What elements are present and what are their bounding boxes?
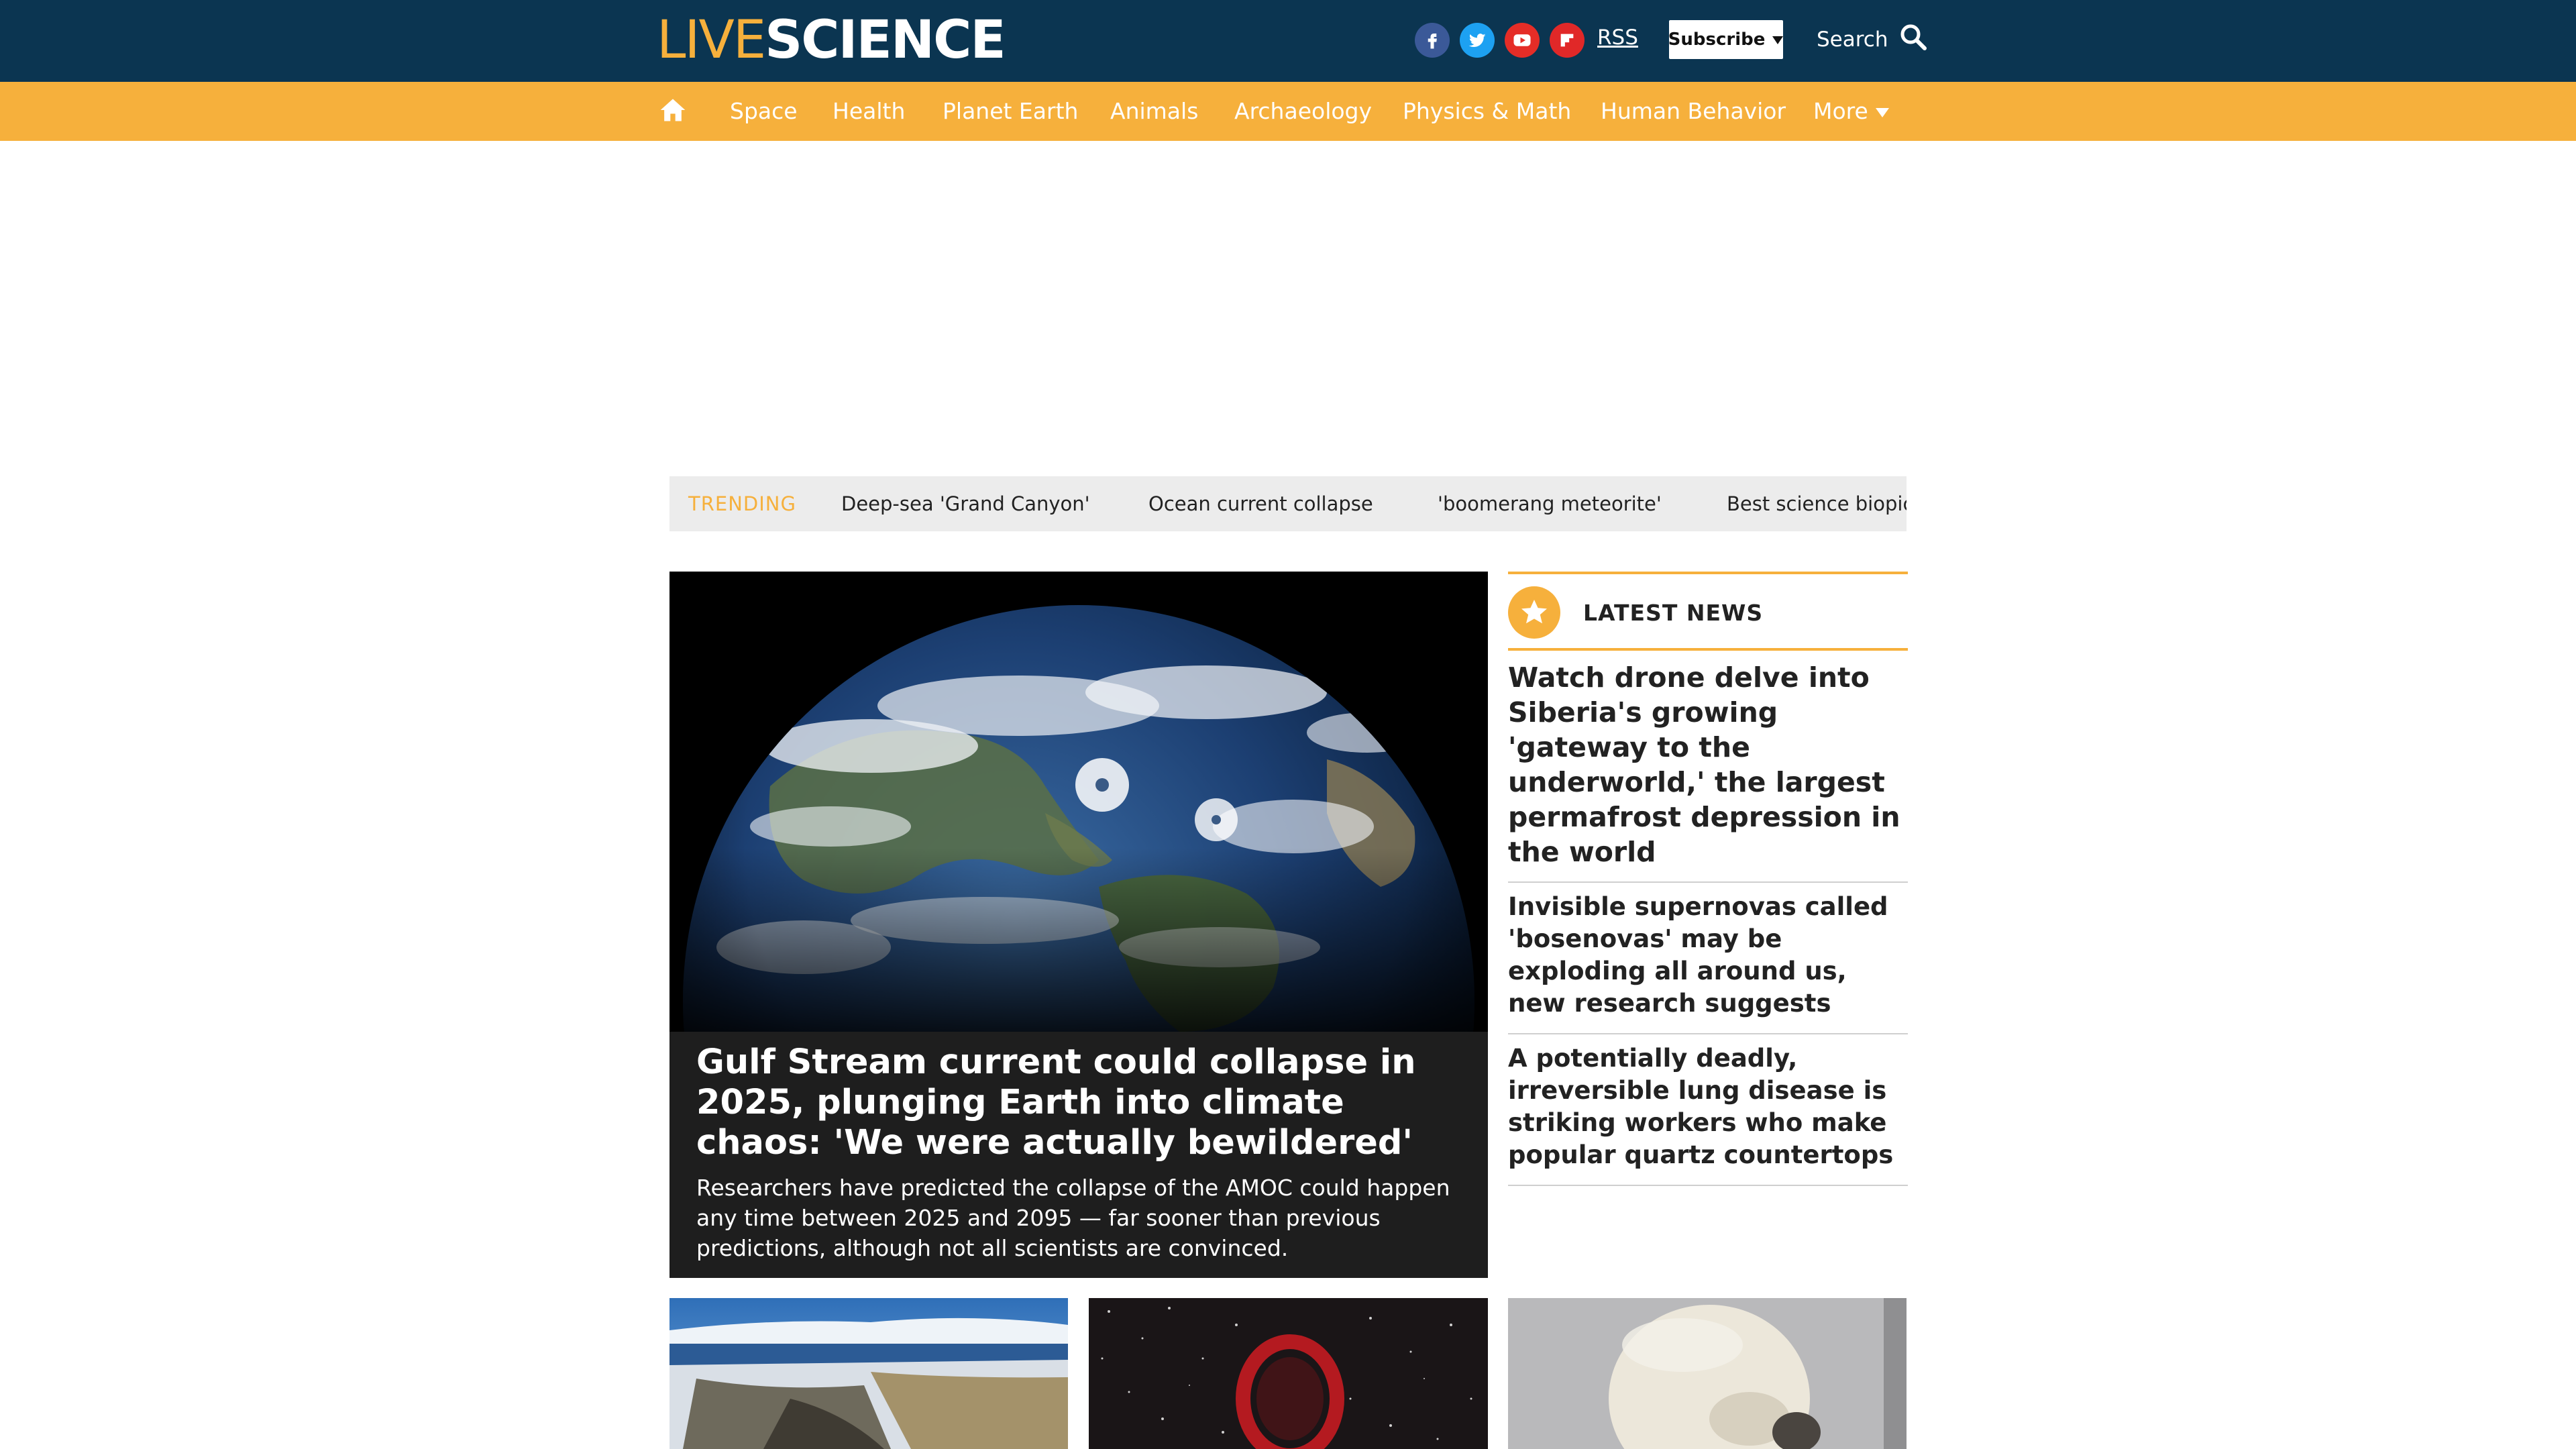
search-icon bbox=[1899, 23, 1927, 56]
subscribe-label: Subscribe bbox=[1668, 30, 1766, 50]
youtube-icon[interactable] bbox=[1505, 23, 1540, 58]
trending-item[interactable]: Ocean current collapse bbox=[1148, 492, 1373, 515]
chevron-down-icon bbox=[1875, 98, 1890, 124]
nav-more-label: More bbox=[1813, 98, 1868, 124]
latest-news-item[interactable]: A potentially deadly, irreversible lung … bbox=[1508, 1042, 1908, 1171]
home-icon[interactable] bbox=[658, 95, 688, 125]
latest-news-item[interactable]: Invisible supernovas called 'bosenovas' … bbox=[1508, 891, 1908, 1020]
logo-science-text: SCIENCE bbox=[765, 10, 1006, 70]
chevron-down-icon bbox=[1772, 30, 1784, 50]
flipboard-icon[interactable] bbox=[1550, 23, 1585, 58]
rss-link[interactable]: RSS bbox=[1597, 25, 1638, 50]
divider bbox=[1508, 881, 1908, 883]
latest-news-item[interactable]: Watch drone delve into Siberia's growing… bbox=[1508, 660, 1908, 869]
ad-slot bbox=[0, 141, 2576, 476]
permafrost-crater-image[interactable] bbox=[669, 1298, 1068, 1449]
main-nav: Space Health Planet Earth Animals Archae… bbox=[0, 82, 2576, 141]
trending-item[interactable]: 'boomerang meteorite' bbox=[1438, 492, 1662, 515]
divider bbox=[1508, 648, 1908, 651]
trending-item[interactable]: Best science biopics bbox=[1727, 492, 1907, 515]
supernova-image[interactable] bbox=[1089, 1298, 1488, 1449]
search-label: Search bbox=[1817, 28, 1888, 52]
divider bbox=[1508, 572, 1908, 574]
latest-news-label: LATEST NEWS bbox=[1583, 599, 1764, 626]
nav-item-planet-earth[interactable]: Planet Earth bbox=[943, 98, 1078, 124]
trending-label: TRENDING bbox=[688, 492, 796, 515]
twitter-icon[interactable] bbox=[1460, 23, 1495, 58]
nav-item-archaeology[interactable]: Archaeology bbox=[1234, 98, 1372, 124]
nav-item-space[interactable]: Space bbox=[730, 98, 798, 124]
site-header: LIVE SCIENCE RSS Subscribe Search bbox=[0, 0, 2576, 82]
earth-image[interactable] bbox=[669, 572, 1488, 1032]
nav-item-physics-math[interactable]: Physics & Math bbox=[1403, 98, 1571, 124]
skull-image[interactable] bbox=[1508, 1298, 1907, 1449]
star-icon bbox=[1508, 586, 1560, 639]
subscribe-button[interactable]: Subscribe bbox=[1668, 20, 1784, 59]
divider bbox=[1508, 1033, 1908, 1034]
logo-live-text: LIVE bbox=[657, 10, 766, 70]
latest-news-header: LATEST NEWS bbox=[1508, 586, 1763, 639]
search-button[interactable]: Search bbox=[1817, 20, 1927, 59]
trending-bar: TRENDING Deep-sea 'Grand Canyon' Ocean c… bbox=[669, 476, 1907, 531]
nav-item-health[interactable]: Health bbox=[833, 98, 905, 124]
hero-title[interactable]: Gulf Stream current could collapse in 20… bbox=[696, 1042, 1461, 1163]
livescience-logo[interactable]: LIVE SCIENCE bbox=[657, 10, 1006, 70]
nav-more-button[interactable]: More bbox=[1813, 98, 1890, 124]
facebook-icon[interactable] bbox=[1415, 23, 1450, 58]
hero-description: Researchers have predicted the collapse … bbox=[696, 1175, 1450, 1261]
trending-item[interactable]: Deep-sea 'Grand Canyon' bbox=[841, 492, 1090, 515]
divider bbox=[1508, 1185, 1908, 1186]
hero-article[interactable]: Gulf Stream current could collapse in 20… bbox=[669, 572, 1488, 1278]
nav-item-animals[interactable]: Animals bbox=[1110, 98, 1198, 124]
nav-item-human-behavior[interactable]: Human Behavior bbox=[1601, 98, 1786, 124]
